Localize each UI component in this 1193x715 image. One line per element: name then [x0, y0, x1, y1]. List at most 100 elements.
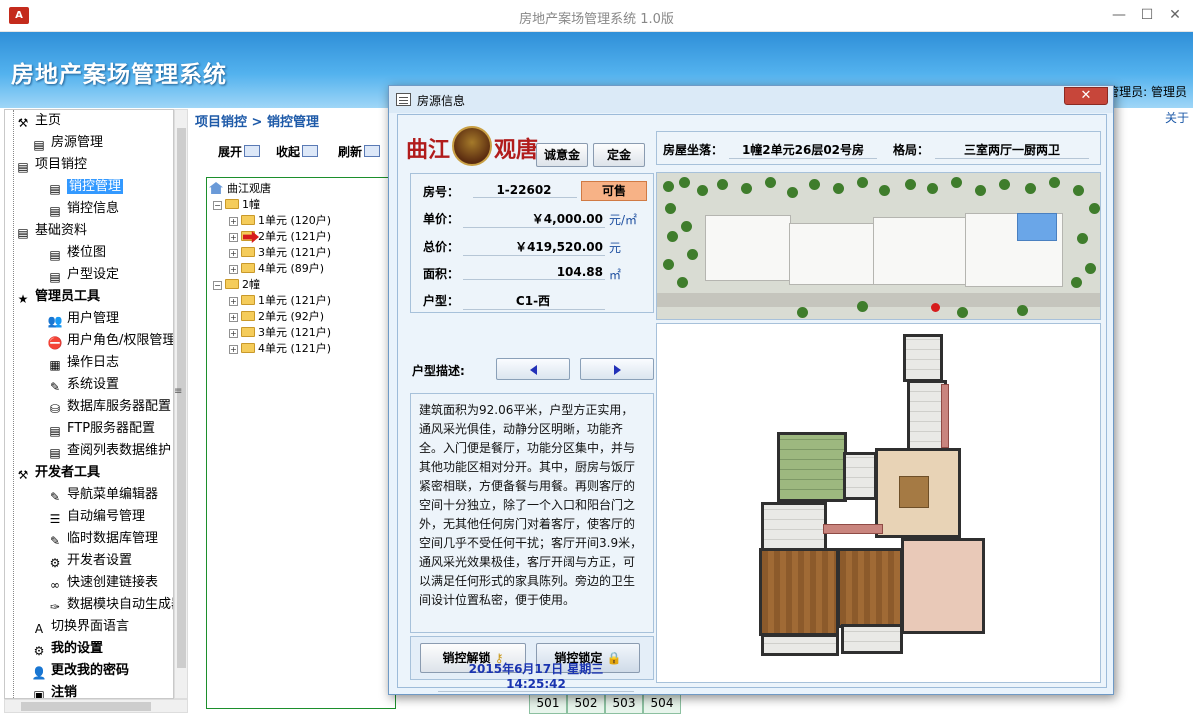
nav-item-label: 切换界面语言: [51, 619, 130, 634]
nav-item[interactable]: ▣ 注销: [31, 682, 77, 698]
log-icon: ▦: [49, 358, 61, 372]
nav-item[interactable]: ★ 管理员工具: [15, 286, 100, 307]
nav-item[interactable]: ▤ 查阅列表数据维护: [47, 440, 171, 461]
expand-button[interactable]: 展开: [218, 143, 261, 160]
tree-icon: [1085, 263, 1096, 274]
gears-icon: ⚙: [49, 556, 61, 570]
nav-item[interactable]: 👤 更改我的密码: [31, 660, 130, 681]
room-cell[interactable]: 501: [529, 692, 567, 714]
bath-room: [843, 452, 877, 500]
nav-item[interactable]: ☰ 自动编号管理: [47, 506, 145, 527]
tree-icon: [665, 203, 676, 214]
nav-item[interactable]: ▦ 操作日志: [47, 352, 119, 373]
nav-item[interactable]: ∞ 快速创建链接表: [47, 572, 158, 593]
tree-icon: [1017, 305, 1028, 316]
temp-db-icon: ✎: [49, 534, 61, 548]
deposit-intent-button[interactable]: 诚意金: [536, 143, 588, 167]
expand-toggle-icon[interactable]: +: [229, 265, 238, 274]
document-icon: ▤: [49, 204, 61, 218]
nav-item[interactable]: 👥 用户管理: [47, 308, 120, 329]
tree-icon: [797, 307, 808, 318]
maximize-button[interactable]: ☐: [1134, 4, 1160, 26]
expand-toggle-icon[interactable]: +: [229, 233, 238, 242]
expand-toggle-icon[interactable]: +: [229, 297, 238, 306]
house-icon: [209, 182, 223, 194]
nav-vertical-scrollbar[interactable]: [174, 109, 188, 699]
expand-toggle-icon[interactable]: +: [229, 329, 238, 338]
tree-icon: [809, 179, 820, 190]
unit-price-label: 单价：: [423, 212, 460, 226]
dialog-close-button[interactable]: ✕: [1064, 87, 1108, 105]
minimize-button[interactable]: —: [1106, 4, 1132, 26]
nav-item[interactable]: ✑ 数据模块自动生成器: [47, 594, 174, 615]
nav-item[interactable]: ▤ 基础资料: [15, 220, 87, 241]
tree-icon: [1025, 183, 1036, 194]
nav-item-label: 数据模块自动生成器: [67, 597, 174, 612]
collapse-toggle-icon[interactable]: −: [213, 281, 222, 290]
tree-icon: [679, 177, 690, 188]
nav-item[interactable]: ⚙ 我的设置: [31, 638, 103, 659]
collapse-icon: [302, 145, 319, 157]
nav-item[interactable]: ▤ 房源管理: [31, 132, 103, 153]
room-cell[interactable]: 503: [605, 692, 643, 714]
nav-item[interactable]: ⛔ 用户角色/权限管理: [47, 330, 173, 351]
room-cell[interactable]: 504: [643, 692, 681, 714]
expand-toggle-icon[interactable]: +: [229, 313, 238, 322]
tree-unit[interactable]: +4单元 (89户): [229, 261, 324, 277]
nav-item-label: 项目销控: [35, 157, 88, 172]
dialog-title-bar[interactable]: 房源信息 ✕: [389, 86, 1113, 113]
nav-item[interactable]: ▤ FTP服务器配置: [47, 418, 155, 439]
nav-item[interactable]: ✎ 导航菜单编辑器: [47, 484, 158, 505]
next-layout-button[interactable]: [580, 358, 654, 380]
tree-unit[interactable]: +2单元 (92户): [229, 309, 324, 325]
document-icon: ▤: [49, 248, 61, 262]
title-bar: A 房地产案场管理系统 1.0版 — ☐ ✕: [0, 0, 1193, 32]
nav-item[interactable]: ⚙ 开发者设置: [47, 550, 132, 571]
room-cell[interactable]: 502: [567, 692, 605, 714]
collapse-toggle-icon[interactable]: −: [213, 201, 222, 210]
tree-unit[interactable]: +3单元 (121户): [229, 325, 331, 341]
nav-item[interactable]: ✎ 临时数据库管理: [47, 528, 158, 549]
nav-item-label: 导航菜单编辑器: [67, 487, 159, 502]
tree-icon: [857, 301, 868, 312]
tree-root[interactable]: 曲江观唐: [209, 181, 271, 197]
scroll-thumb[interactable]: [177, 128, 186, 668]
tree-unit[interactable]: +1单元 (121户): [229, 293, 331, 309]
document-icon: ▤: [49, 182, 61, 196]
collapse-button[interactable]: 收起: [276, 143, 319, 160]
banner-title: 房地产案场管理系统: [11, 62, 227, 88]
splitter-handle[interactable]: ≡: [174, 386, 182, 397]
deposit-button[interactable]: 定金: [593, 143, 645, 167]
nav-item[interactable]: ⚒ 开发者工具: [15, 462, 100, 483]
nav-item-label: 开发者设置: [67, 553, 133, 568]
location-value: 1幢2单元26层02号房: [729, 141, 877, 159]
expand-toggle-icon[interactable]: +: [229, 217, 238, 226]
prev-layout-button[interactable]: [496, 358, 570, 380]
nav-item[interactable]: ✎ 系统设置: [47, 374, 119, 395]
about-link[interactable]: 关于: [1165, 109, 1189, 126]
tree-unit[interactable]: +4单元 (121户): [229, 341, 331, 357]
expand-toggle-icon[interactable]: +: [229, 345, 238, 354]
nav-item[interactable]: ▤ 销控管理: [47, 176, 124, 197]
tree-building[interactable]: − 2幢: [213, 277, 260, 293]
tree-unit-label: 4单元 (89户): [258, 262, 325, 275]
nav-item[interactable]: ▤ 项目销控: [15, 154, 87, 175]
refresh-button[interactable]: 刷新: [338, 143, 381, 160]
scroll-thumb[interactable]: [21, 702, 151, 711]
nav-horizontal-scrollbar[interactable]: [4, 699, 188, 713]
expand-toggle-icon[interactable]: +: [229, 249, 238, 258]
nav-item-label: 查阅列表数据维护: [67, 443, 172, 458]
tree-building[interactable]: − 1幢: [213, 197, 260, 213]
nav-item[interactable]: A 切换界面语言: [31, 616, 129, 637]
tree-icon: [697, 185, 708, 196]
close-button[interactable]: ✕: [1162, 4, 1188, 26]
nav-item[interactable]: ▤ 楼位图: [47, 242, 106, 263]
nav-item[interactable]: ⚒ 主页: [15, 110, 61, 131]
balcony-3: [761, 634, 839, 656]
nav-item-label: 自动编号管理: [67, 509, 146, 524]
tree-unit[interactable]: +1单元 (120户): [229, 213, 331, 229]
nav-item[interactable]: ▤ 销控信息: [47, 198, 119, 219]
nav-item[interactable]: ⛁ 数据库服务器配置: [47, 396, 171, 417]
nav-item[interactable]: ▤ 户型设定: [47, 264, 119, 285]
tree-unit[interactable]: +3单元 (121户): [229, 245, 331, 261]
